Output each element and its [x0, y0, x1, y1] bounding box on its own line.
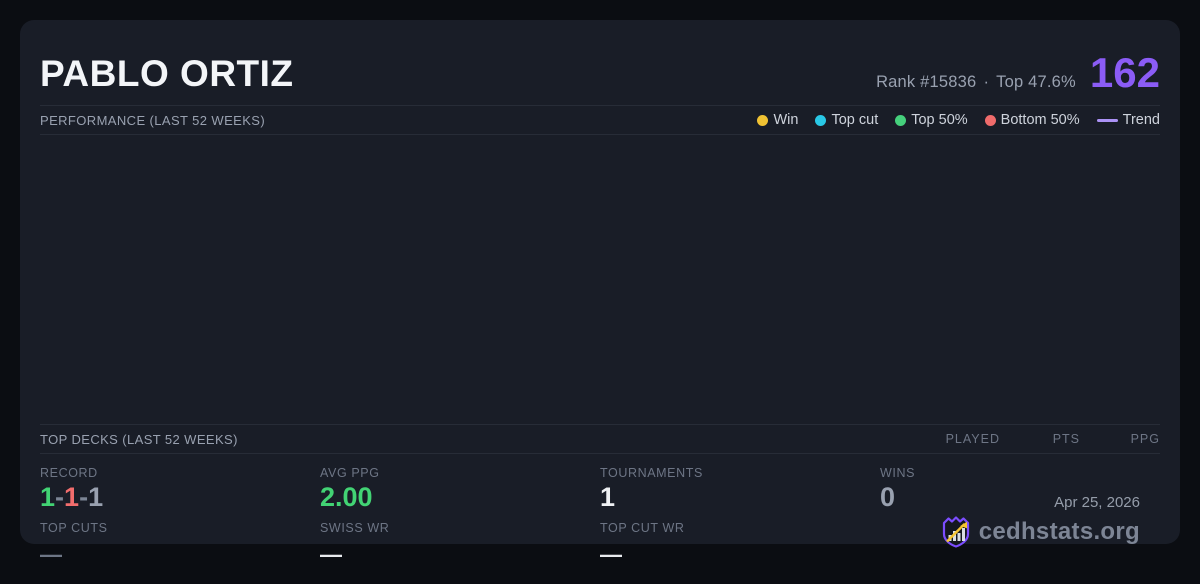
tournaments-label: TOURNAMENTS [600, 466, 880, 480]
player-stats-card: PABLO ORTIZ Rank #15836 · Top 47.6% 162 PE… [20, 20, 1180, 544]
cedhstats-logo-icon [941, 516, 971, 548]
card-header: PABLO ORTIZ Rank #15836 · Top 47.6% 162 [40, 20, 1160, 92]
top-decks-column-headers: PLAYED PTS PPG [920, 432, 1160, 446]
column-header-pts: PTS [1000, 432, 1080, 446]
top-cut-wr-value: — [600, 544, 880, 566]
legend-label: Trend [1123, 112, 1160, 128]
footer: Apr 25, 2026 cedhstats.org [941, 494, 1140, 548]
rank-text: Rank #15836 · Top 47.6% [876, 73, 1076, 92]
swiss-wr-label: SWISS WR [320, 521, 600, 535]
swiss-wr-value: — [320, 544, 600, 566]
legend-item-trend: Trend [1097, 112, 1160, 128]
report-date: Apr 25, 2026 [941, 494, 1140, 511]
legend-item-bottom50: Bottom 50% [985, 112, 1080, 128]
rank-separator: · [983, 73, 989, 91]
legend-label: Win [773, 112, 798, 128]
performance-chart [40, 135, 1160, 424]
chart-legend: Win Top cut Top 50% Bottom 50% Trend [757, 112, 1160, 128]
top50-dot-icon [895, 115, 906, 126]
record-sep: - [55, 482, 64, 512]
record-draws: 1 [88, 482, 103, 512]
rank-summary: Rank #15836 · Top 47.6% 162 [876, 54, 1160, 92]
stat-col-avg-ppg: AVG PPG 2.00 SWISS WR — [320, 458, 600, 566]
legend-label: Top cut [831, 112, 878, 128]
legend-item-win: Win [757, 112, 798, 128]
record-sep: - [79, 482, 88, 512]
win-dot-icon [757, 115, 768, 126]
page-title: PABLO ORTIZ [40, 55, 294, 92]
column-header-played: PLAYED [920, 432, 1000, 446]
top-decks-section-row: TOP DECKS (LAST 52 WEEKS) PLAYED PTS PPG [40, 425, 1160, 453]
top-percent: Top 47.6% [996, 73, 1076, 91]
stats-grid: RECORD 1-1-1 TOP CUTS — AVG PPG 2.00 SWI… [40, 454, 1160, 560]
legend-label: Bottom 50% [1001, 112, 1080, 128]
record-wins: 1 [40, 482, 55, 512]
top-cut-wr-label: TOP CUT WR [600, 521, 880, 535]
column-header-ppg: PPG [1080, 432, 1160, 446]
top-cuts-value: — [40, 544, 320, 566]
record-label: RECORD [40, 466, 320, 480]
tournaments-value: 1 [600, 483, 880, 513]
rank-number: Rank #15836 [876, 73, 976, 91]
player-score: 162 [1090, 54, 1160, 92]
legend-item-top50: Top 50% [895, 112, 967, 128]
legend-item-topcut: Top cut [815, 112, 878, 128]
stat-col-tournaments: TOURNAMENTS 1 TOP CUT WR — [600, 458, 880, 566]
avg-ppg-value: 2.00 [320, 483, 600, 513]
performance-section-title: PERFORMANCE (LAST 52 WEEKS) [40, 113, 265, 128]
wins-label: WINS [880, 466, 1160, 480]
avg-ppg-label: AVG PPG [320, 466, 600, 480]
top-decks-section-title: TOP DECKS (LAST 52 WEEKS) [40, 432, 238, 447]
brand[interactable]: cedhstats.org [941, 516, 1140, 548]
trend-line-icon [1097, 119, 1118, 122]
performance-section-row: PERFORMANCE (LAST 52 WEEKS) Win Top cut … [40, 106, 1160, 134]
bottom50-dot-icon [985, 115, 996, 126]
top-cuts-label: TOP CUTS [40, 521, 320, 535]
record-losses: 1 [64, 482, 79, 512]
legend-label: Top 50% [911, 112, 967, 128]
record-value: 1-1-1 [40, 483, 320, 513]
brand-name: cedhstats.org [979, 518, 1140, 546]
topcut-dot-icon [815, 115, 826, 126]
stat-col-record: RECORD 1-1-1 TOP CUTS — [40, 458, 320, 566]
